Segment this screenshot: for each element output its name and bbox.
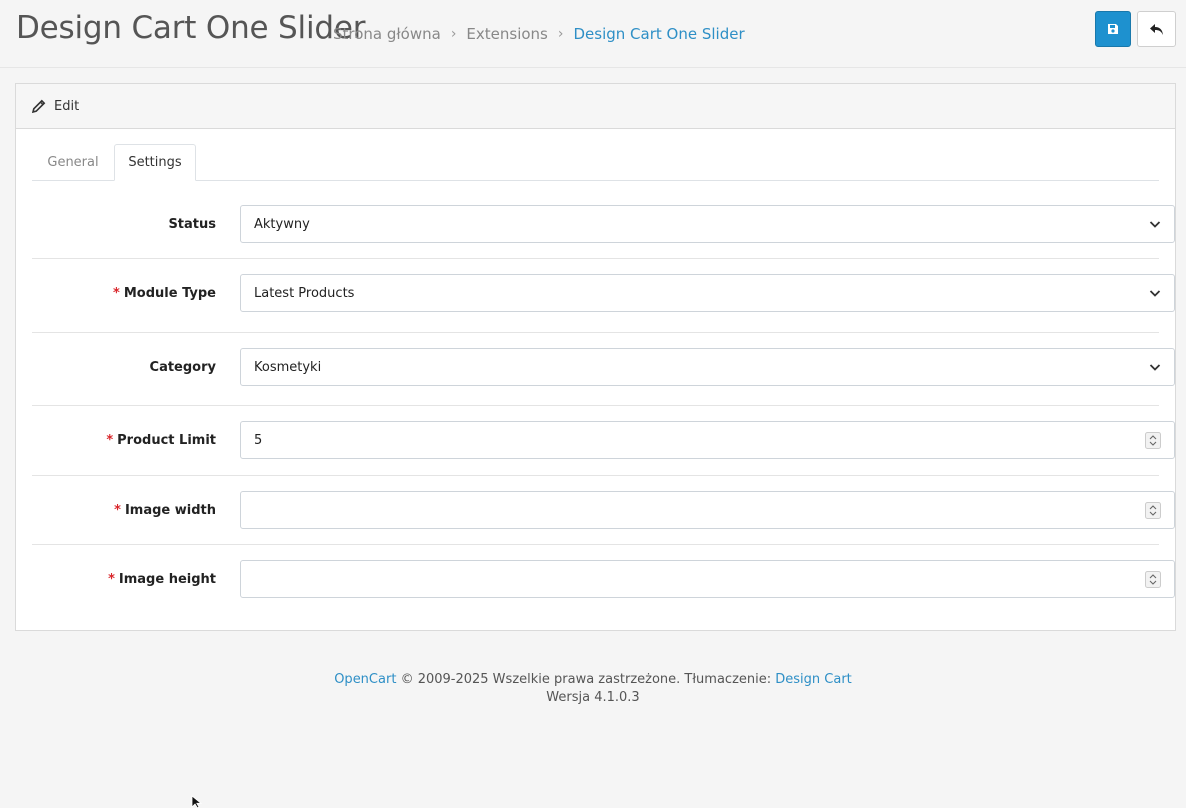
breadcrumb-current[interactable]: Design Cart One Slider (573, 25, 744, 43)
required-marker: * (114, 503, 121, 518)
spinner-arrows-icon[interactable] (1145, 571, 1161, 588)
category-select[interactable]: Kosmetyki (240, 348, 1175, 386)
divider (32, 544, 1159, 545)
image-height-input[interactable] (240, 560, 1175, 598)
version-text: Wersja 4.1.0.3 (546, 690, 640, 705)
image-width-label: * Image width (114, 503, 216, 518)
mouse-cursor-icon (191, 795, 203, 808)
required-marker: * (113, 286, 120, 301)
copyright-text: © 2009-2025 Wszelkie prawa zastrzeżone. … (400, 672, 772, 687)
chevron-down-icon (1149, 290, 1161, 297)
product-limit-value: 5 (254, 432, 263, 448)
pencil-icon (32, 99, 46, 113)
back-arrow-icon (1150, 23, 1163, 35)
breadcrumb-home[interactable]: Strona główna (333, 25, 441, 43)
divider (32, 475, 1159, 476)
image-width-input[interactable] (240, 491, 1175, 529)
breadcrumb-extensions[interactable]: Extensions (466, 25, 547, 43)
chevron-down-icon (1149, 364, 1161, 371)
category-value: Kosmetyki (254, 359, 322, 375)
required-marker: * (108, 572, 115, 587)
status-label: Status (168, 217, 216, 232)
translator-link[interactable]: Design Cart (775, 672, 852, 687)
edit-card: Edit General Settings Status Aktywny * Mo… (15, 83, 1176, 631)
footer-copyright-line: OpenCart © 2009-2025 Wszelkie prawa zast… (0, 671, 1186, 689)
opencart-link[interactable]: OpenCart (334, 672, 396, 687)
tab-general[interactable]: General (32, 144, 114, 180)
tab-bar: General Settings (32, 144, 1159, 181)
chevron-right-icon: › (557, 26, 564, 42)
category-label: Category (149, 360, 216, 375)
product-limit-input[interactable]: 5 (240, 421, 1175, 459)
card-header: Edit (16, 84, 1175, 129)
module-type-select[interactable]: Latest Products (240, 274, 1175, 312)
footer: OpenCart © 2009-2025 Wszelkie prawa zast… (0, 671, 1186, 707)
module-type-value: Latest Products (254, 285, 355, 301)
status-value: Aktywny (254, 216, 310, 232)
spinner-arrows-icon[interactable] (1145, 432, 1161, 449)
back-button[interactable] (1137, 11, 1176, 47)
save-icon (1108, 24, 1118, 34)
divider (32, 332, 1159, 333)
page-title: Design Cart One Slider (16, 10, 366, 46)
status-select[interactable]: Aktywny (240, 205, 1175, 243)
chevron-down-icon (1149, 221, 1161, 228)
product-limit-label: * Product Limit (106, 433, 216, 448)
required-marker: * (106, 433, 114, 448)
divider (32, 405, 1159, 406)
module-type-label: * Module Type (113, 286, 216, 301)
image-height-label: * Image height (108, 572, 216, 587)
tab-settings[interactable]: Settings (114, 144, 196, 181)
spinner-arrows-icon[interactable] (1145, 502, 1161, 519)
page-header: Design Cart One Slider Strona główna › E… (0, 0, 1186, 68)
card-heading: Edit (54, 98, 80, 114)
chevron-right-icon: › (450, 26, 457, 42)
breadcrumb: Strona główna › Extensions › Design Cart… (333, 25, 745, 43)
save-button[interactable] (1095, 11, 1131, 47)
divider (32, 258, 1159, 259)
